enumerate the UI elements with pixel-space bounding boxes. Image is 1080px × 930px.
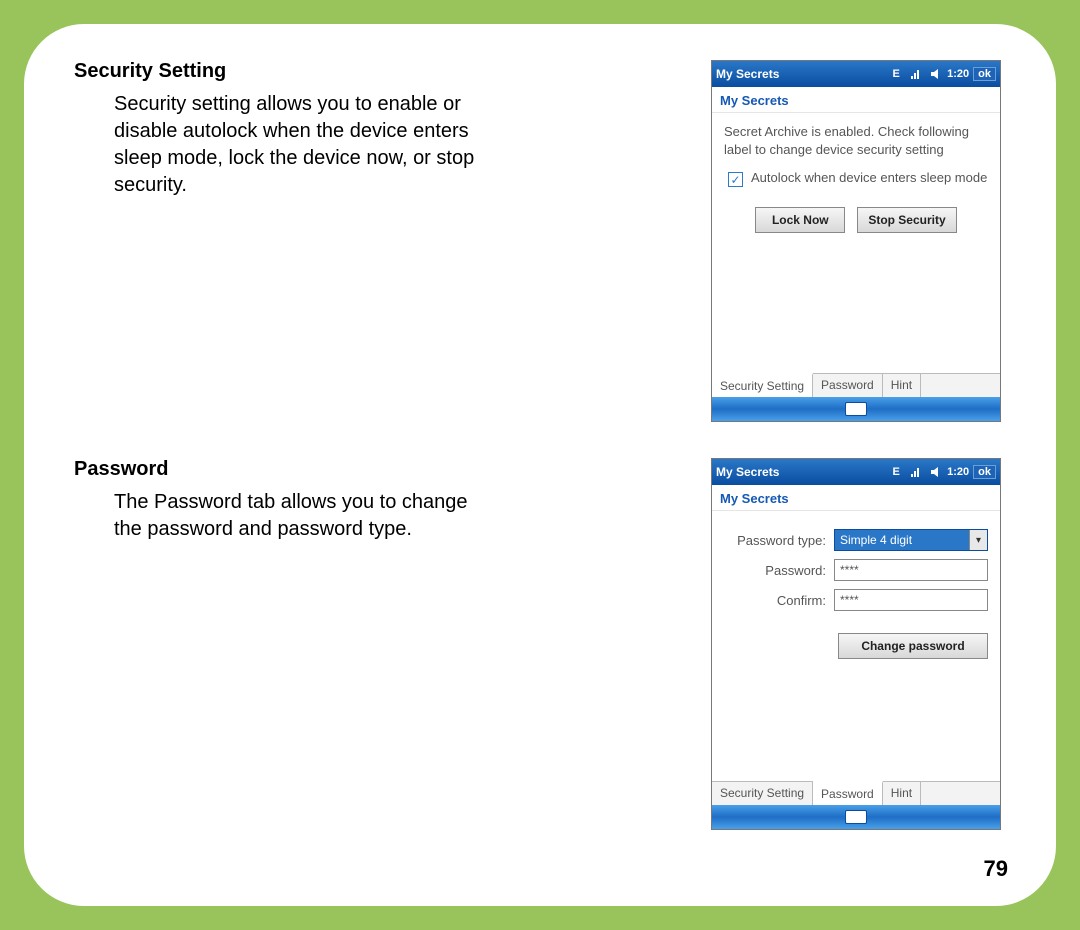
confirm-input[interactable]: **** — [834, 589, 988, 611]
password-value: **** — [840, 563, 859, 577]
clock-text: 1:20 — [947, 65, 969, 83]
tab-hint[interactable]: Hint — [883, 374, 921, 397]
app-title: My Secrets — [716, 465, 885, 479]
checkbox-label: Autolock when device enters sleep mode — [751, 170, 988, 187]
confirm-label: Confirm: — [724, 593, 834, 608]
section-security-setting: Security Setting Security setting allows… — [74, 60, 1006, 422]
text-column: Security Setting Security setting allows… — [74, 60, 676, 422]
signal-icon — [907, 65, 925, 83]
change-row: Change password — [724, 633, 988, 659]
password-type-value: Simple 4 digit — [840, 533, 912, 547]
confirm-row: Confirm: **** — [724, 589, 988, 611]
chevron-down-icon[interactable]: ▾ — [969, 530, 987, 550]
bottom-bar — [712, 805, 1000, 829]
ok-button[interactable]: ok — [973, 465, 996, 479]
manual-page: Security Setting Security setting allows… — [24, 24, 1056, 906]
subheader: My Secrets — [712, 485, 1000, 511]
keyboard-icon[interactable] — [845, 810, 867, 824]
confirm-value: **** — [840, 593, 859, 607]
tab-security-setting[interactable]: Security Setting — [712, 373, 813, 397]
text-column: Password The Password tab allows you to … — [74, 458, 676, 830]
device-screenshot-2: My Secrets E 1:20 ok My Secrets Password… — [711, 458, 1001, 830]
sound-icon — [927, 65, 945, 83]
app-title: My Secrets — [716, 67, 885, 81]
tab-bar: Security Setting Password Hint — [712, 781, 1000, 805]
tab-hint[interactable]: Hint — [883, 782, 921, 805]
screenshot-column: My Secrets E 1:20 ok My Secrets Password… — [706, 458, 1006, 830]
bottom-bar — [712, 397, 1000, 421]
subheader: My Secrets — [712, 87, 1000, 113]
sound-icon — [927, 463, 945, 481]
heading-security-setting: Security Setting — [74, 60, 676, 83]
ok-button[interactable]: ok — [973, 67, 996, 81]
device-body: Password type: Simple 4 digit ▾ Password… — [712, 511, 1000, 781]
device-titlebar: My Secrets E 1:20 ok — [712, 459, 1000, 485]
autolock-checkbox-row[interactable]: ✓ Autolock when device enters sleep mode — [728, 170, 988, 187]
body-password: The Password tab allows you to change th… — [74, 489, 494, 543]
lock-now-button[interactable]: Lock Now — [755, 207, 845, 233]
info-text: Secret Archive is enabled. Check followi… — [724, 123, 988, 158]
tab-password[interactable]: Password — [813, 781, 883, 805]
password-label: Password: — [724, 563, 834, 578]
tab-security-setting[interactable]: Security Setting — [712, 782, 813, 805]
password-input[interactable]: **** — [834, 559, 988, 581]
password-type-select[interactable]: Simple 4 digit ▾ — [834, 529, 988, 551]
password-type-label: Password type: — [724, 533, 834, 548]
edge-icon: E — [887, 463, 905, 481]
page-number: 79 — [984, 856, 1008, 882]
section-password: Password The Password tab allows you to … — [74, 458, 1006, 830]
body-security-setting: Security setting allows you to enable or… — [74, 91, 494, 199]
tab-password[interactable]: Password — [813, 374, 883, 397]
screenshot-column: My Secrets E 1:20 ok My Secrets Secret A… — [706, 60, 1006, 422]
tab-bar: Security Setting Password Hint — [712, 373, 1000, 397]
signal-icon — [907, 463, 925, 481]
edge-icon: E — [887, 65, 905, 83]
clock-text: 1:20 — [947, 463, 969, 481]
keyboard-icon[interactable] — [845, 402, 867, 416]
heading-password: Password — [74, 458, 676, 481]
checkbox-icon[interactable]: ✓ — [728, 172, 743, 187]
device-titlebar: My Secrets E 1:20 ok — [712, 61, 1000, 87]
device-body: Secret Archive is enabled. Check followi… — [712, 113, 1000, 373]
change-password-button[interactable]: Change password — [838, 633, 988, 659]
password-row: Password: **** — [724, 559, 988, 581]
button-row: Lock Now Stop Security — [724, 207, 988, 233]
password-type-row: Password type: Simple 4 digit ▾ — [724, 529, 988, 551]
stop-security-button[interactable]: Stop Security — [857, 207, 956, 233]
device-screenshot-1: My Secrets E 1:20 ok My Secrets Secret A… — [711, 60, 1001, 422]
